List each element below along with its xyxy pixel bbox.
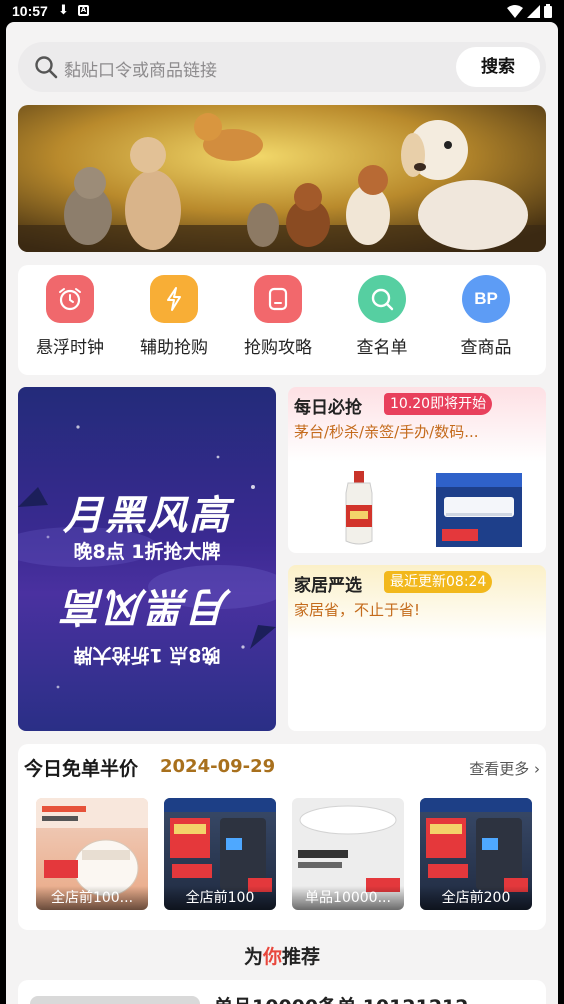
recommend-highlight: 你 [262, 946, 282, 968]
recommend-prefix: 为 [243, 946, 263, 968]
lightning-icon [150, 275, 198, 323]
banner-image [18, 105, 546, 252]
quick-item-assist-buy[interactable]: 辅助抢购 [122, 275, 226, 358]
status-bar: 10:57 ⬇ A [0, 0, 564, 22]
notebook-icon [254, 275, 302, 323]
home-select-card[interactable]: 家居严选 最近更新08:24 家居省，不止于省! [288, 565, 546, 731]
app-screen: 黏贴口令或商品链接 搜索 悬浮时钟 辅助抢购 抢购攻略 查名单 BP 查商品 月… [6, 22, 558, 1004]
product-label: 全店前200 [420, 886, 532, 910]
pets-banner[interactable] [18, 105, 546, 252]
quick-item-check-list[interactable]: 查名单 [330, 275, 434, 358]
product-label: 单品10000... [292, 886, 404, 910]
recommend-heading: 为你推荐 [6, 942, 558, 969]
free-section-date: 2024-09-29 [160, 756, 276, 777]
signal-icon [527, 4, 540, 18]
view-more-link[interactable]: 查看更多 › [469, 758, 540, 779]
recommend-thumbnail [30, 996, 200, 1004]
bp-icon: BP [462, 275, 510, 323]
chevron-right-icon: › [534, 760, 540, 778]
night-sale-subtitle-flipped: 晚8点 1折抢大牌 [73, 644, 221, 666]
search-icon [358, 275, 406, 323]
home-select-title: 家居严选 [294, 576, 362, 596]
daily-deals-title: 每日必抢 [294, 398, 362, 418]
home-select-subtitle: 家居省，不止于省! [294, 601, 421, 619]
clock: 10:57 [12, 3, 48, 19]
free-section-title: 今日免单半价 [24, 758, 139, 780]
product-card[interactable]: 全店前100 [164, 798, 276, 910]
quick-item-label: 悬浮时钟 [36, 338, 104, 358]
product-label: 全店前100... [36, 886, 148, 910]
battery-icon [544, 4, 552, 18]
home-select-badge: 最近更新08:24 [384, 571, 493, 593]
recommend-item[interactable]: 单品10000条单 10121212 [18, 980, 546, 1004]
product-label: 全店前100 [164, 886, 276, 910]
quick-item-label: 辅助抢购 [140, 338, 208, 358]
quick-actions: 悬浮时钟 辅助抢购 抢购攻略 查名单 BP 查商品 [18, 265, 546, 375]
quick-item-label: 查商品 [460, 338, 512, 358]
wifi-icon [507, 4, 523, 18]
quick-item-label: 查名单 [356, 338, 408, 358]
night-sale-title: 月黑风高 [63, 493, 231, 539]
search-button[interactable]: 搜索 [456, 47, 540, 87]
liquor-bottle-image [345, 471, 373, 545]
view-more-label: 查看更多 [469, 760, 530, 778]
quick-item-label: 抢购攻略 [244, 338, 312, 358]
alarm-clock-icon [46, 275, 94, 323]
quick-item-strategy[interactable]: 抢购攻略 [226, 275, 330, 358]
daily-deals-badge: 10.20即将开始 [384, 393, 493, 415]
air-conditioner-image [436, 473, 522, 547]
night-sale-banner[interactable]: 月黑风高 晚8点 1折抢大牌 晚8点 1折抢大牌 月黑风高 [18, 387, 276, 731]
night-sale-title-flipped: 月黑风高 [63, 583, 231, 629]
product-card[interactable]: 全店前100... [36, 798, 148, 910]
daily-deals-card[interactable]: 每日必抢 10.20即将开始 茅台/秒杀/亲签/手办/数码... [288, 387, 546, 553]
search-icon [35, 56, 58, 79]
recommend-item-title: 单品10000条单 10121212 [214, 992, 468, 1004]
night-sale-reflection: 晚8点 1折抢大牌 月黑风高 [18, 581, 276, 670]
daily-deals-subtitle: 茅台/秒杀/亲签/手办/数码... [294, 423, 479, 441]
search-bar[interactable]: 黏贴口令或商品链接 搜索 [18, 42, 546, 92]
download-icon: ⬇ [58, 3, 69, 18]
quick-item-float-clock[interactable]: 悬浮时钟 [18, 275, 122, 358]
free-half-price-section: 今日免单半价 2024-09-29 查看更多 › 全店前100... 全店前10… [18, 744, 546, 930]
recommend-suffix: 推荐 [282, 946, 321, 968]
search-input[interactable]: 黏贴口令或商品链接 [64, 56, 217, 81]
night-sale-subtitle: 晚8点 1折抢大牌 [73, 541, 221, 563]
product-card[interactable]: 全店前200 [420, 798, 532, 910]
app-notification-icon: A [78, 5, 89, 16]
product-card[interactable]: 单品10000... [292, 798, 404, 910]
quick-item-check-product[interactable]: BP 查商品 [434, 275, 538, 358]
